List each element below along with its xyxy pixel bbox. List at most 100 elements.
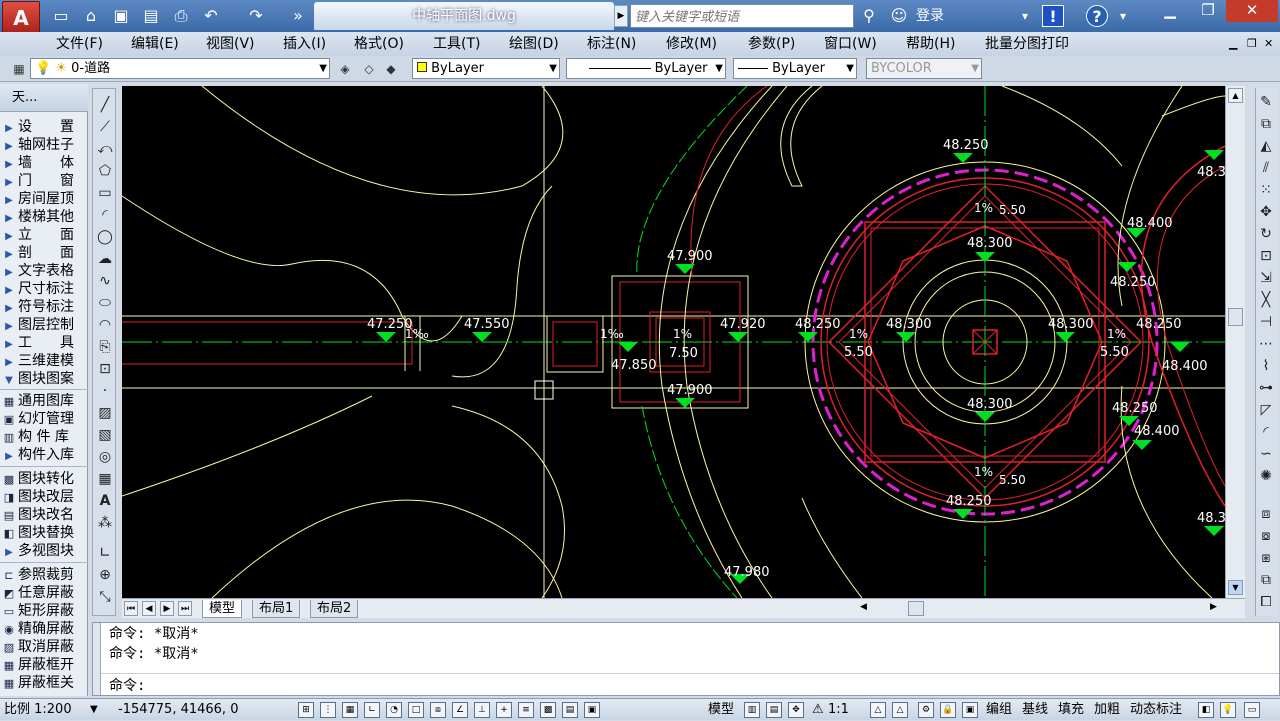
quick-view-layouts-icon[interactable]: ▥ <box>744 702 760 718</box>
palette-item-common-lib[interactable]: ▦ 通用图库 <box>0 392 88 410</box>
break-point-icon[interactable]: ⋯ <box>1256 334 1276 354</box>
palette-item-text-table[interactable]: ▶ 文字表格 <box>0 262 88 280</box>
command-window[interactable]: 命令: *取消* 命令: *取消* 命令: <box>92 622 1280 696</box>
status-baseline-button[interactable]: 基线 <box>1022 699 1048 721</box>
help-dropdown-icon[interactable]: ▾ <box>1112 5 1134 27</box>
palette-header[interactable]: 天... <box>0 84 88 112</box>
application-menu-button[interactable]: A <box>2 1 40 35</box>
send-back-icon[interactable]: ⧇ <box>1256 526 1276 546</box>
new-file-icon[interactable]: ▭ <box>50 5 72 27</box>
palette-item-precise-mask[interactable]: ◉ 精确屏蔽 <box>0 620 88 638</box>
ortho-icon[interactable]: ∟ <box>364 702 380 718</box>
blend-icon[interactable]: ∽ <box>1256 444 1276 464</box>
status-bold-button[interactable]: 加粗 <box>1094 699 1120 721</box>
join-icon[interactable]: ⊶ <box>1256 378 1276 398</box>
infer-constraints-icon[interactable]: ⊞ <box>298 702 314 718</box>
menu-modify[interactable]: 修改(M) <box>666 35 717 53</box>
quick-view-drawings-icon[interactable]: ▤ <box>766 702 782 718</box>
palette-item-section[interactable]: ▶ 剖 面 <box>0 244 88 262</box>
isolate-objects-icon[interactable]: 💡 <box>1220 702 1236 718</box>
binoculars-icon[interactable]: ⚲ <box>858 5 880 27</box>
menu-window[interactable]: 窗口(W) <box>824 35 877 53</box>
tab-layout2[interactable]: 布局2 <box>310 600 359 618</box>
chamfer-icon[interactable]: ◸ <box>1256 400 1276 420</box>
restore-icon[interactable]: ❐ <box>1188 0 1228 22</box>
menu-help[interactable]: 帮助(H) <box>906 35 955 53</box>
palette-item-tools[interactable]: ▶ 工 具 <box>0 334 88 352</box>
hscroll-thumb[interactable] <box>908 601 924 616</box>
drawing-canvas[interactable]: 47.250 47.550 47.900 47.920 47.850 47.90… <box>122 86 1225 598</box>
more-icon[interactable]: » <box>287 5 309 27</box>
trim-icon[interactable]: ╳ <box>1256 290 1276 310</box>
coordinate-readout[interactable]: -154775, 41466, 0 <box>118 699 238 721</box>
user-icon[interactable]: ☺ <box>888 5 910 27</box>
lineweight-combo[interactable]: ByLayer ▼ <box>733 58 857 79</box>
region-icon[interactable]: ◎ <box>95 447 115 467</box>
break-icon[interactable]: ⌇ <box>1256 356 1276 376</box>
menu-tools[interactable]: 工具(T) <box>433 35 480 53</box>
palette-item-mask-frame-off[interactable]: ▦ 屏蔽框关 <box>0 674 88 692</box>
mtext-icon[interactable]: A <box>95 491 115 511</box>
hatch-back-icon[interactable]: ⧠ <box>1256 592 1276 612</box>
open-file-icon[interactable]: ⌂ <box>80 5 102 27</box>
undo-icon[interactable]: ↶ <box>200 5 222 27</box>
ducs-icon[interactable]: ⊥ <box>474 702 490 718</box>
palette-item-component-lib[interactable]: ▥ 构 件 库 <box>0 428 88 446</box>
annotation-scale[interactable]: 1:1 <box>828 699 849 721</box>
scale-dropdown-icon[interactable]: ▼ <box>90 699 98 721</box>
palette-item-door-window[interactable]: ▶ 门 窗 <box>0 172 88 190</box>
add-selected-icon[interactable]: ⁂ <box>95 513 115 533</box>
fillet-icon[interactable]: ◜ <box>1256 422 1276 442</box>
otrack-icon[interactable]: ∠ <box>452 702 468 718</box>
scroll-up-icon[interactable]: ▲ <box>1228 88 1243 103</box>
palette-item-block-replace[interactable]: ◧ 图块替换 <box>0 524 88 542</box>
revision-cloud-icon[interactable]: ☁ <box>95 249 115 269</box>
print-icon[interactable]: ⎙ <box>170 5 192 27</box>
exchange-icon[interactable]: ! <box>1042 5 1064 27</box>
scroll-down-icon[interactable]: ▼ <box>1228 580 1243 595</box>
stretch-icon[interactable]: ⇲ <box>1256 268 1276 288</box>
palette-item-layer-control[interactable]: ▶ 图层控制 <box>0 316 88 334</box>
menu-insert[interactable]: 插入(I) <box>283 35 326 53</box>
doc-minimize-icon[interactable]: ▁ <box>1229 35 1237 53</box>
tab-model[interactable]: 模型 <box>202 600 243 618</box>
text-front-icon[interactable]: ⧉ <box>1256 570 1276 590</box>
palette-item-rect-mask[interactable]: ▭ 矩形屏蔽 <box>0 602 88 620</box>
palette-item-elevation[interactable]: ▶ 立 面 <box>0 226 88 244</box>
search-expand-icon[interactable]: ▶ <box>614 5 628 27</box>
ellipse-arc-icon[interactable]: ◠ <box>95 315 115 335</box>
tab-next-icon[interactable]: ▶ <box>160 601 174 616</box>
selection-cycling-icon[interactable]: ▣ <box>584 702 600 718</box>
layer-manager-icon[interactable]: ▦ <box>8 58 30 80</box>
bring-front-icon[interactable]: ⧆ <box>1256 548 1276 568</box>
transparency-icon[interactable]: ▩ <box>540 702 556 718</box>
workspace-icon[interactable]: ⚙ <box>918 702 934 718</box>
lineweight-icon[interactable]: ≡ <box>518 702 534 718</box>
annotation-visibility-icon[interactable]: △ <box>870 702 886 718</box>
tab-first-icon[interactable]: ⏮ <box>124 601 138 616</box>
line-icon[interactable]: ╱ <box>95 95 115 115</box>
tray-icon[interactable]: ◧ <box>1198 702 1214 718</box>
spline-icon[interactable]: ∿ <box>95 271 115 291</box>
layer-previous-icon[interactable]: ◈ <box>334 58 356 80</box>
rotate-icon[interactable]: ↻ <box>1256 224 1276 244</box>
pan-icon[interactable]: ⤡ <box>95 587 115 607</box>
3dosnap-icon[interactable]: ⧈ <box>430 702 446 718</box>
scroll-thumb[interactable] <box>1228 308 1243 326</box>
dimension-icon[interactable]: ∟ <box>95 543 115 563</box>
extend-icon[interactable]: ⊣ <box>1256 312 1276 332</box>
construction-line-icon[interactable]: ⟋ <box>95 117 115 137</box>
move-icon[interactable]: ✥ <box>1256 202 1276 222</box>
copy-icon[interactable]: ⧉ <box>1256 114 1276 134</box>
lock-icon[interactable]: 🔒 <box>940 702 956 718</box>
help-icon[interactable]: ? <box>1086 5 1108 27</box>
palette-item-cancel-mask[interactable]: ▨ 取消屏蔽 <box>0 638 88 656</box>
dropdown-icon[interactable]: ▾ <box>1014 5 1036 27</box>
command-grip[interactable] <box>93 623 101 695</box>
palette-item-settings[interactable]: ▶ 设 置 <box>0 118 88 136</box>
palette-item-wall[interactable]: ▶ 墙 体 <box>0 154 88 172</box>
rectangle-icon[interactable]: ▭ <box>95 183 115 203</box>
arc-icon[interactable]: ◜ <box>95 205 115 225</box>
erase-icon[interactable]: ✎ <box>1256 92 1276 112</box>
palette-item-3d[interactable]: ▶ 三维建模 <box>0 352 88 370</box>
